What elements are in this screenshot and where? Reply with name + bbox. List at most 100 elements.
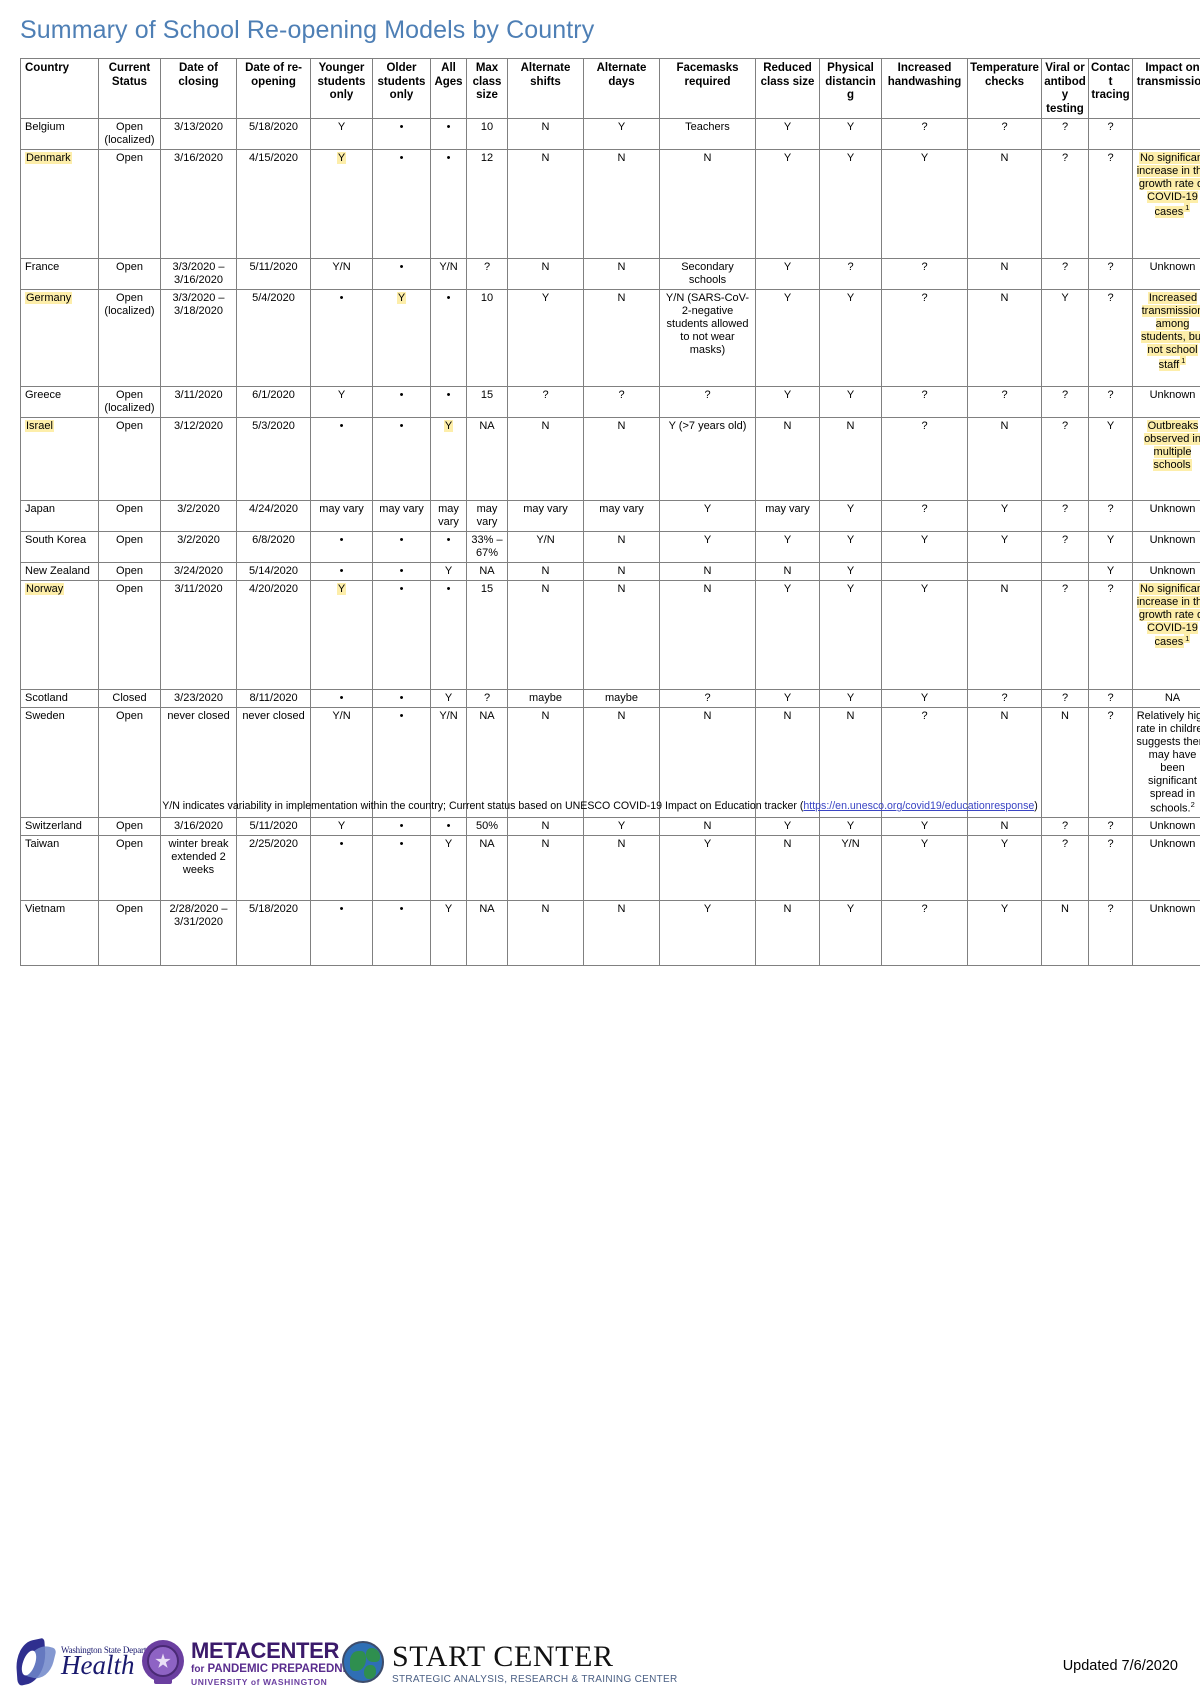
cell-facemasks-required: Y [660,901,756,966]
temperature-checks-value: N [1001,152,1009,164]
country-name: Denmark [25,152,72,164]
cell-impact-on-transmission: Unknown [1133,562,1200,580]
reopening-value: 5/18/2020 [249,121,298,133]
column-header-facemasks-required: Facemasks required [660,59,756,119]
cell-younger: • [311,562,373,580]
reduced-class-size-value: N [784,710,792,722]
cell-alternate-shifts: N [508,119,584,150]
cell-impact-on-transmission: No significant increase in the growth ra… [1133,150,1200,259]
column-header-contact-tracing: Contact tracing [1089,59,1133,119]
temperature-checks-value: N [1001,292,1009,304]
cell-contact-tracing: ? [1089,119,1133,150]
older-value: may vary [379,503,424,515]
cell-max-class-size: NA [467,562,508,580]
physical-distancing-value: Y [847,692,854,704]
impact-text: Unknown [1150,503,1196,515]
status-value: Open [116,565,143,577]
cell-facemasks-required: ? [660,387,756,418]
reopening-value: 6/8/2020 [252,534,295,546]
cell-reduced-class-size: Y [756,150,820,259]
cell-all-ages: Y [431,901,467,966]
increased-handwashing-value: ? [921,503,927,515]
reduced-class-size-value: N [784,420,792,432]
cell-all-ages: Y/N [431,259,467,290]
contact-tracing-value: Y [1107,420,1114,432]
cell-viral-testing: N [1042,901,1089,966]
table-row: New ZealandOpen3/24/20205/14/2020••YNANN… [21,562,1200,580]
cell-all-ages: Y [431,562,467,580]
cell-increased-handwashing: ? [882,501,968,532]
contact-tracing-value: Y [1107,534,1114,546]
cell-reopening: 5/4/2020 [237,290,311,387]
impact-footnote-marker: 1 [1184,203,1190,212]
cell-younger: Y [311,119,373,150]
footnote-text: Y/N indicates variability in implementat… [162,800,803,812]
contact-tracing-value: ? [1107,389,1113,401]
cell-closing: 3/13/2020 [161,119,237,150]
increased-handwashing-value: ? [921,121,927,133]
page-title: Summary of School Re-opening Models by C… [20,16,594,45]
cell-facemasks-required: Y [660,532,756,563]
cell-reopening: 8/11/2020 [237,689,311,707]
cell-alternate-shifts: N [508,259,584,290]
alternate-shifts-value: ? [542,389,548,401]
impact-text: Increased transmission among students, b… [1141,292,1200,371]
cell-increased-handwashing: Y [882,532,968,563]
facemasks-required-value: ? [704,389,710,401]
cell-reduced-class-size: Y [756,532,820,563]
cell-status: Open [99,259,161,290]
max-class-size-value: 33% – 67% [471,534,502,559]
table-row: IsraelOpen3/12/20205/3/2020••YNANNY (>7 … [21,418,1200,501]
cell-closing: 3/23/2020 [161,689,237,707]
younger-value: Y [338,389,345,401]
viral-testing-value: ? [1062,583,1068,595]
column-header-temperature-checks: Temperature checks [968,59,1042,119]
alternate-days-value: N [618,583,626,595]
cell-alternate-days: N [584,532,660,563]
cell-increased-handwashing [882,562,968,580]
viral-testing-value: Y [1061,292,1068,304]
unesco-tracker-link[interactable]: https://en.unesco.org/covid19/educationr… [803,800,1034,812]
country-name: Belgium [25,121,65,133]
cell-impact-on-transmission [1133,119,1200,150]
contact-tracing-value: ? [1107,583,1113,595]
cell-reopening: 5/14/2020 [237,562,311,580]
cell-country: Israel [21,418,99,501]
cell-status: Closed [99,689,161,707]
cell-reduced-class-size: Y [756,259,820,290]
alternate-shifts-value: N [542,565,550,577]
contact-tracing-value: ? [1107,261,1113,273]
increased-handwashing-value: Y [921,534,928,546]
footer: Washington State Department of Health ME… [0,818,1200,908]
reopening-value: 8/11/2020 [249,692,297,704]
alternate-days-value: Y [618,121,625,133]
country-name: Israel [25,420,54,432]
cell-closing: 3/11/2020 [161,387,237,418]
cell-max-class-size: ? [467,259,508,290]
cell-viral-testing: ? [1042,689,1089,707]
alternate-days-value: N [618,534,626,546]
cell-max-class-size: 15 [467,387,508,418]
cell-alternate-days: may vary [584,501,660,532]
older-value: • [400,692,404,704]
cell-viral-testing: ? [1042,387,1089,418]
younger-value: • [340,534,344,546]
reduced-class-size-value: Y [784,389,791,401]
cell-viral-testing: ? [1042,418,1089,501]
cell-reopening: 6/1/2020 [237,387,311,418]
cell-country: New Zealand [21,562,99,580]
contact-tracing-value: ? [1107,152,1113,164]
status-value: Open (localized) [104,121,154,146]
cell-closing: 3/16/2020 [161,150,237,259]
cell-increased-handwashing: Y [882,580,968,689]
cell-contact-tracing: ? [1089,150,1133,259]
cell-country: Germany [21,290,99,387]
cell-alternate-shifts: N [508,562,584,580]
cell-alternate-shifts: maybe [508,689,584,707]
facemasks-required-value: Y [704,534,711,546]
facemasks-required-value: N [704,152,712,164]
cell-younger: • [311,532,373,563]
cell-facemasks-required: N [660,150,756,259]
cell-facemasks-required: Secondary schools [660,259,756,290]
status-value: Open [116,534,143,546]
